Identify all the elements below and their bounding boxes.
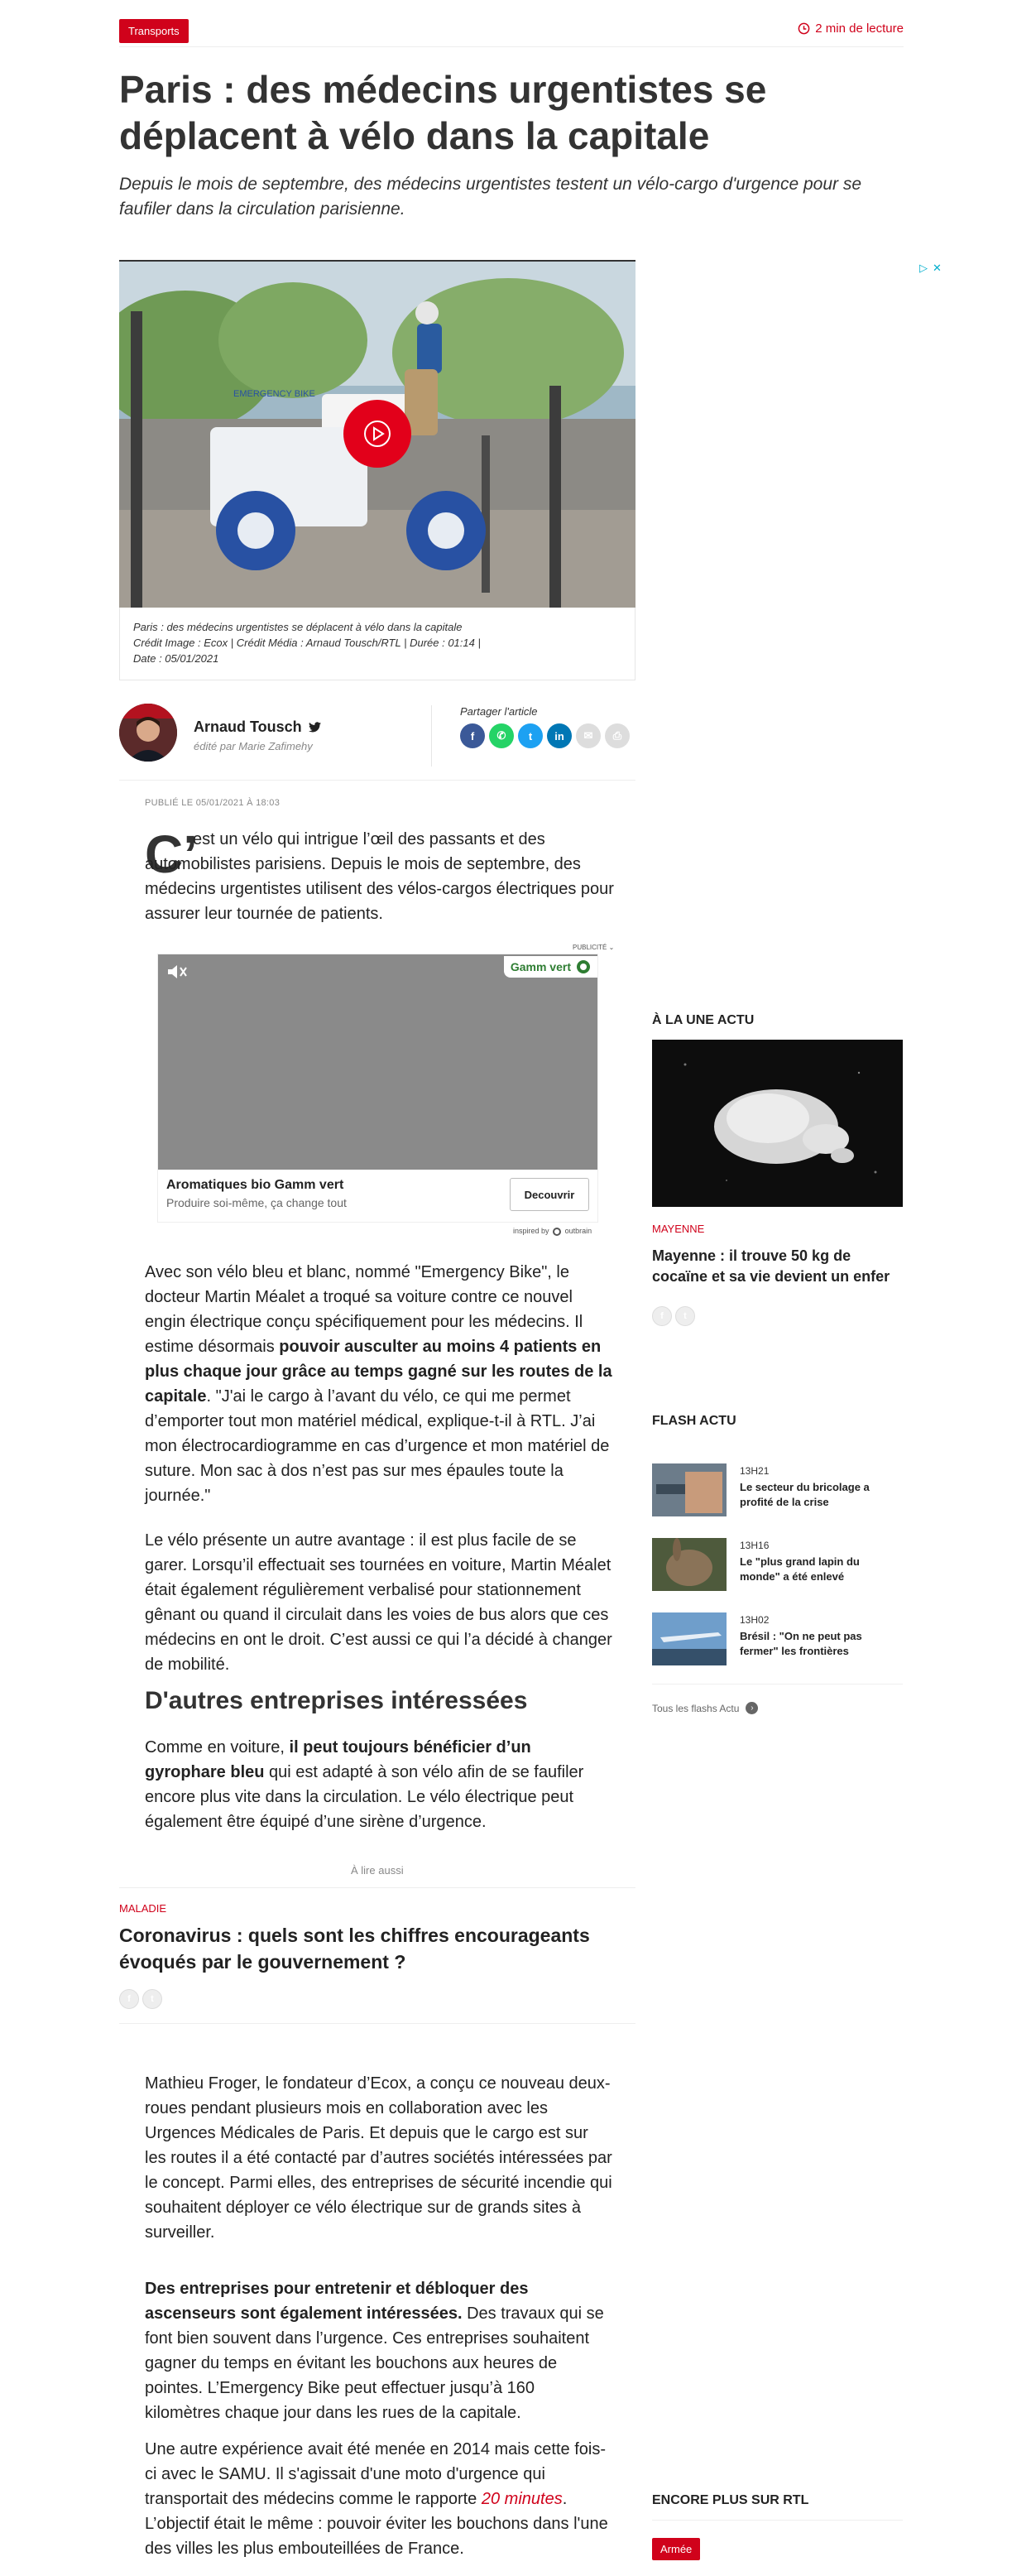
category-tag[interactable]: Transports [119,19,189,43]
cocaine-photo [652,1040,903,1207]
video-player[interactable]: EMERGENCY BIKE [119,260,635,608]
advertisement[interactable]: Gamm vert Aromatiques bio Gamm vert Prod… [157,954,598,1223]
ad-title[interactable]: Aromatiques bio Gamm vert [166,1178,343,1193]
sidebar-une-title: À LA UNE ACTU [652,1013,755,1027]
share-buttons: f ✆ t in ✉ ⎙ [460,723,630,748]
play-icon [364,421,391,447]
related-category[interactable]: MALADIE [119,1902,166,1915]
clock-icon [798,22,810,35]
ad-cta-button[interactable]: Decouvrir [510,1178,589,1211]
read-time-label: 2 min de lecture [815,22,904,36]
caption-line: Paris : des médecins urgentistes se dépl… [133,621,463,633]
inspired-by: inspired by [513,1227,549,1235]
flash-headline[interactable]: Le "plus grand lapin du monde" a été enl… [740,1555,897,1584]
avatar-image [119,704,177,762]
outbrain-name: outbrain [564,1227,592,1235]
play-button[interactable] [343,400,411,468]
adchoices[interactable]: ▷ ✕ [919,262,942,275]
flash-time: 13H02 [740,1614,770,1626]
une-image[interactable] [652,1040,903,1207]
flash-title: FLASH ACTU [652,1414,736,1428]
author-name-label[interactable]: Arnaud Tousch [194,718,302,736]
ad-brand-name[interactable]: Gamm vert [511,960,571,973]
flash-headline[interactable]: Brésil : "On ne peut pas fermer" les fro… [740,1629,897,1659]
read-also-label: À lire aussi [351,1864,404,1877]
flash-image [652,1538,727,1591]
linkedin-share-icon[interactable]: in [547,723,572,748]
divider [119,2023,635,2024]
section-heading: D'autres entreprises intéressées [145,1687,528,1714]
flash-item[interactable]: 13H21 Le secteur du bricolage a profité … [652,1463,903,1516]
une-category[interactable]: MAYENNE [652,1223,704,1235]
flash-time: 13H21 [740,1465,770,1477]
more-rtl-title: ENCORE PLUS SUR RTL [652,2493,809,2507]
share-label: Partager l'article [460,705,538,718]
facebook-share-icon[interactable]: f [119,1989,139,2009]
flash-image [652,1463,727,1516]
lead-text: est un vélo qui intrigue l’œil des passa… [145,830,614,923]
close-icon[interactable]: ✕ [933,262,942,275]
paragraph-text: Comme en voiture, [145,1738,290,1757]
divider [119,1887,635,1888]
related-title[interactable]: Coronavirus : quels sont les chiffres en… [119,1922,632,1975]
une-share: f t [652,1306,695,1326]
caption-line: Date : 05/01/2021 [133,652,219,665]
article-chapo: Depuis le mois de septembre, des médecin… [119,175,862,219]
flash-item[interactable]: 13H16 Le "plus grand lapin du monde" a é… [652,1538,903,1591]
facebook-share-icon[interactable]: f [652,1306,672,1326]
all-flash-label[interactable]: Tous les flashs Actu [652,1703,739,1714]
article-title: Paris : des médecins urgentistes se dépl… [119,68,767,157]
author-avatar[interactable] [119,704,177,762]
outbrain-logo-icon [553,1227,562,1236]
flash-image [652,1612,727,1665]
print-share-icon[interactable]: ⎙ [605,723,630,748]
published-date: PUBLIÉ LE 05/01/2021 À 18:03 [145,798,281,808]
facebook-share-icon[interactable]: f [460,723,485,748]
une-headline[interactable]: Mayenne : il trouve 50 kg de cocaïne et … [652,1246,900,1287]
flash-item[interactable]: 13H02 Brésil : "On ne peut pas fermer" l… [652,1612,903,1665]
body-paragraph: Des entreprises pour entretenir et déblo… [145,2276,612,2425]
edited-by: édité par Marie Zafimehy [194,740,313,752]
video-caption: Paris : des médecins urgentistes se dépl… [119,608,635,680]
ad-subtitle: Produire soi-même, ça change tout [166,1196,347,1209]
ad-brand[interactable]: Gamm vert [503,956,597,978]
paragraph-text: . "J'ai le cargo à l’avant du vélo, ce q… [145,1387,610,1505]
divider [431,705,432,767]
email-share-icon[interactable]: ✉ [576,723,601,748]
lead-paragraph: est un vélo qui intrigue l’œil des passa… [145,827,616,926]
related-share: f t [119,1989,162,2009]
mute-icon[interactable] [166,963,188,981]
twitter-share-icon[interactable]: t [675,1306,695,1326]
twitter-share-icon[interactable]: t [142,1989,162,2009]
chevron-right-icon[interactable]: › [746,1702,759,1714]
ad-label-text: PUBLICITÉ [573,944,607,951]
gamm-vert-logo-icon [577,960,590,973]
whatsapp-share-icon[interactable]: ✆ [489,723,514,748]
more-rtl-tag[interactable]: Armée [652,2538,701,2560]
caption-line: Crédit Image : Ecox | Crédit Média : Arn… [133,637,481,649]
bike-logo-text: EMERGENCY BIKE [233,389,315,399]
flash-time: 13H16 [740,1540,770,1551]
divider [119,780,635,781]
body-paragraph: Le vélo présente un autre avantage : il … [145,1531,612,1674]
body-paragraph: Mathieu Froger, le fondateur d’Ecox, a c… [145,2074,612,2242]
flash-headline[interactable]: Le secteur du bricolage a profité de la … [740,1480,897,1510]
adchoices-icon[interactable]: ▷ [919,262,928,275]
ad-video[interactable]: Gamm vert [158,954,597,1170]
body-paragraph: Comme en voiture, il peut toujours bénéf… [145,1735,612,1834]
twitter-icon[interactable] [308,722,321,733]
author-name[interactable]: Arnaud Tousch [194,718,321,736]
body-paragraph: Une autre expérience avait été menée en … [145,2437,612,2561]
ad-label: PUBLICITÉ ⌄ [573,944,615,951]
outbrain-credit[interactable]: inspired by outbrain [513,1227,592,1236]
divider [119,46,904,47]
twenty-minutes-link[interactable]: 20 minutes [482,2490,563,2508]
read-time: 2 min de lecture [798,22,904,36]
all-flash-link[interactable]: Tous les flashs Actu › [652,1702,759,1714]
twitter-share-icon[interactable]: t [518,723,543,748]
body-paragraph: Avec son vélo bleu et blanc, nommé "Emer… [145,1260,612,1508]
divider [652,2520,903,2521]
